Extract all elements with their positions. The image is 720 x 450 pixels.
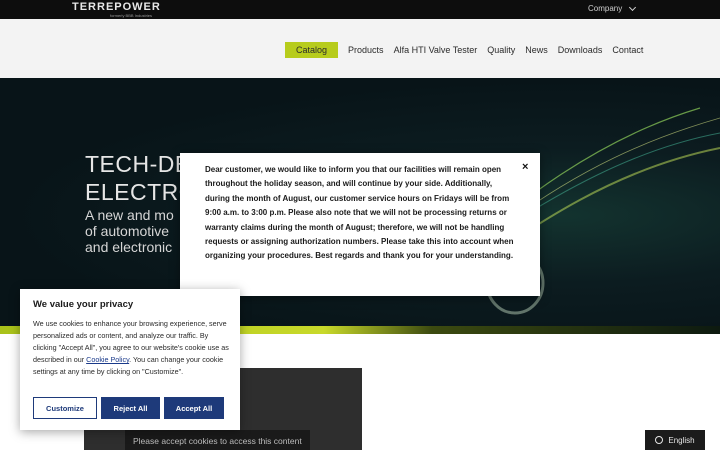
nav-item-valve-tester[interactable]: Alfa HTI Valve Tester [394,45,478,55]
reject-all-button[interactable]: Reject All [101,397,160,419]
notice-modal: Dear customer, we would like to inform y… [180,153,540,296]
cookie-title: We value your privacy [33,299,134,310]
nav-item-contact[interactable]: Contact [612,45,643,55]
logo-subtitle: formerly BBB Industries [110,13,153,18]
nav-item-catalog[interactable]: Catalog [285,42,339,58]
main-navigation: Catalog Products Alfa HTI Valve Tester Q… [0,19,720,78]
company-dropdown[interactable]: Company [588,3,637,13]
company-label: Company [588,4,623,13]
cookie-consent-panel: We value your privacy We use cookies to … [20,289,240,430]
nav-item-downloads[interactable]: Downloads [558,45,603,55]
cookie-body: We use cookies to enhance your browsing … [33,319,229,376]
nav-menu: Catalog Products Alfa HTI Valve Tester Q… [285,42,653,58]
logo[interactable]: TERREPOWER formerly BBB Industries [72,1,161,18]
close-icon[interactable]: × [522,162,528,173]
customize-button[interactable]: Customize [33,397,97,419]
logo-text: TERREPOWER [72,1,161,13]
globe-icon [655,436,664,444]
top-bar: TERREPOWER formerly BBB Industries Compa… [0,0,720,19]
nav-item-products[interactable]: Products [348,45,384,55]
accept-cookies-message: Please accept cookies to access this con… [125,430,310,450]
cookie-buttons: Customize Reject All Accept All [33,397,224,419]
accept-all-button[interactable]: Accept All [164,397,224,419]
hero-subtitle: A new and mo of automotive and electroni… [85,207,174,255]
chevron-down-icon [629,3,637,11]
nav-item-news[interactable]: News [525,45,548,55]
notice-text: Dear customer, we would like to inform y… [205,165,514,261]
cookie-policy-link[interactable]: Cookie Policy [86,355,129,364]
nav-item-quality[interactable]: Quality [487,45,515,55]
language-selector[interactable]: English [645,430,705,450]
language-label: English [668,435,695,445]
